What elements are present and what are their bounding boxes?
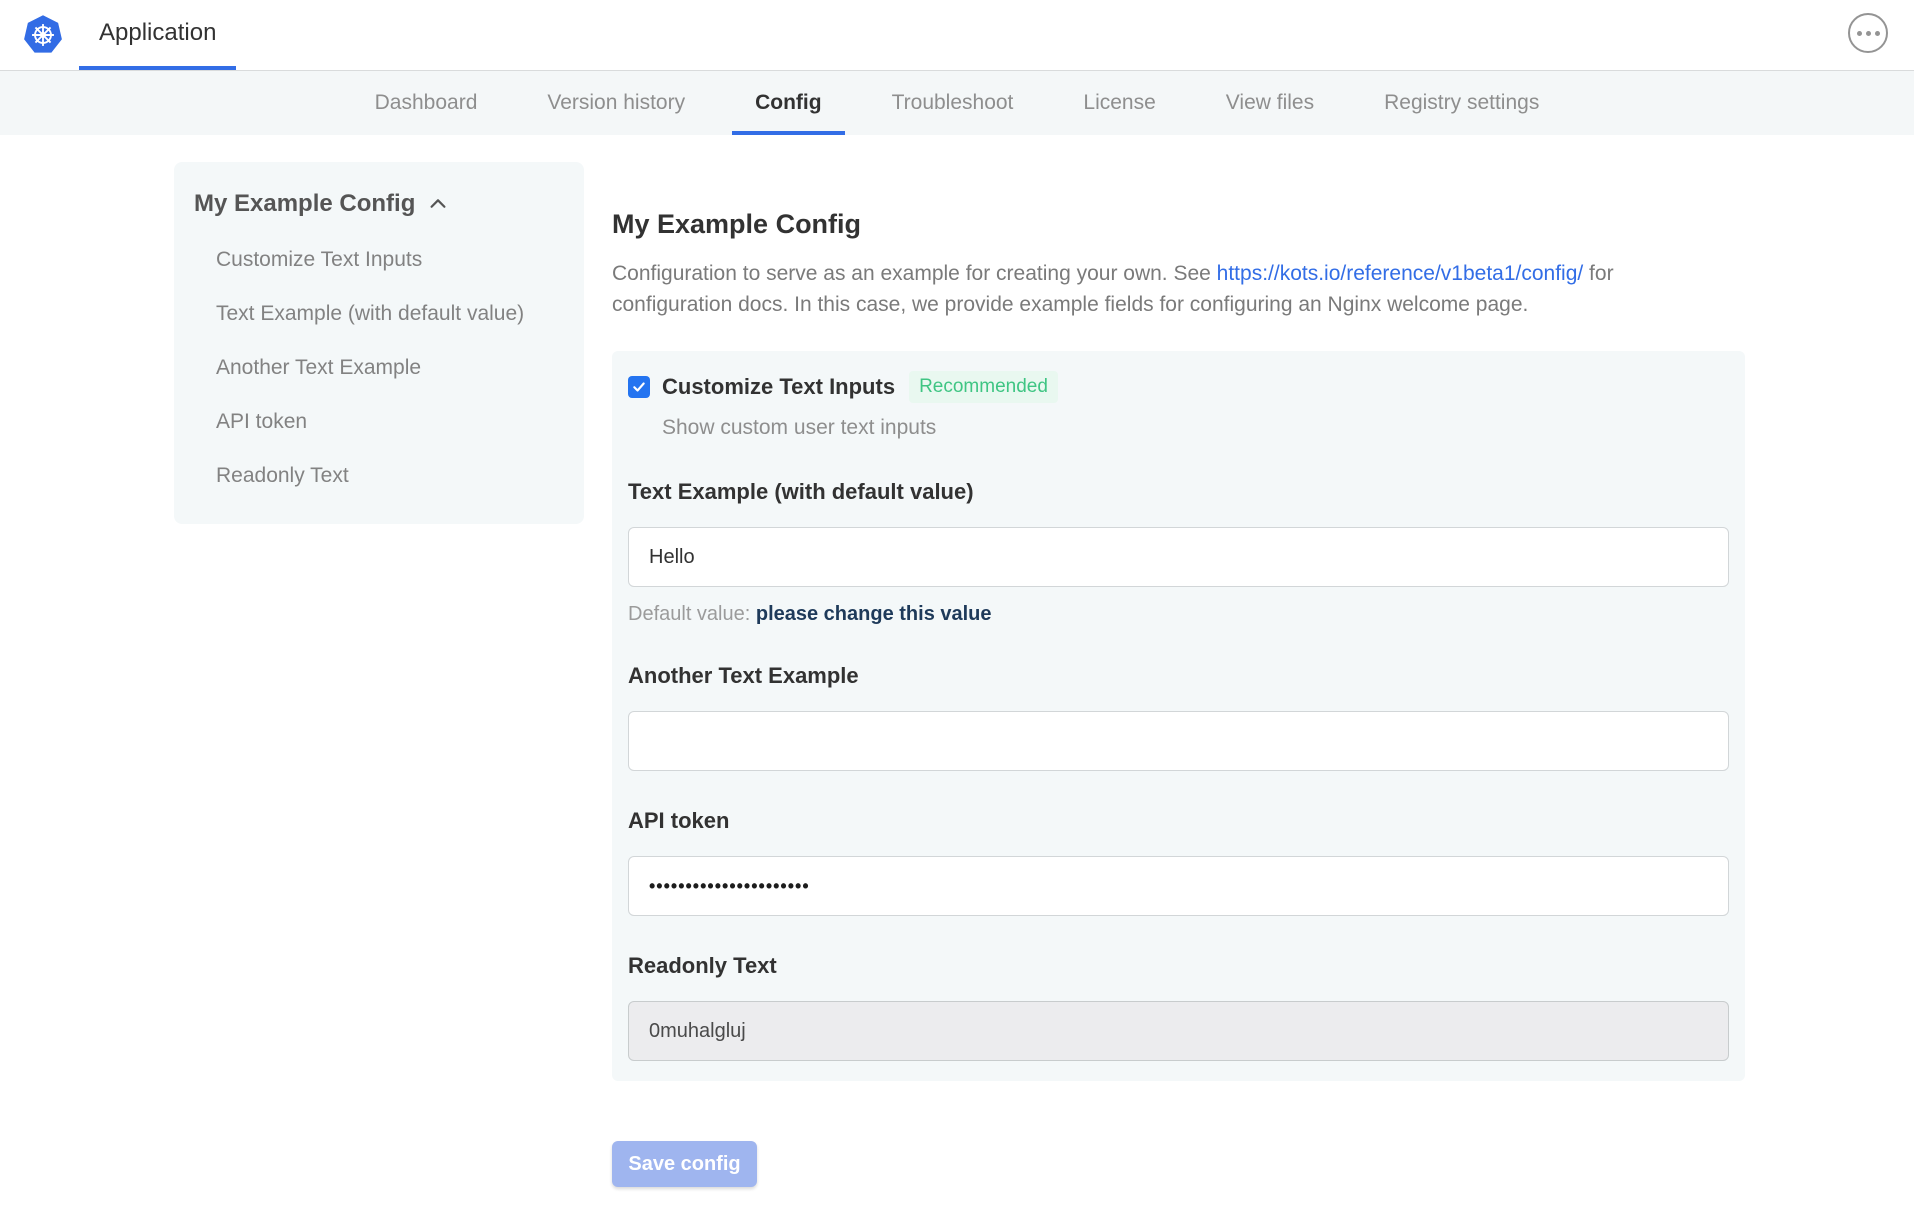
api-token-input[interactable] — [628, 856, 1729, 916]
config-docs-link[interactable]: https://kots.io/reference/v1beta1/config… — [1217, 262, 1584, 285]
readonly-text-input — [628, 1001, 1729, 1061]
page-title: My Example Config — [612, 209, 1745, 240]
helper-prefix: Default value: — [628, 603, 756, 625]
config-group-card: Customize Text Inputs Recommended Show c… — [612, 351, 1745, 1081]
chevron-up-icon — [427, 193, 449, 215]
app-title: Application — [99, 19, 216, 47]
field-label: API token — [628, 808, 1729, 834]
app-nav: Dashboard Version history Config Trouble… — [0, 70, 1914, 135]
ellipsis-icon — [1875, 31, 1880, 36]
sidebar-item-api-token[interactable]: API token — [194, 410, 558, 434]
checkbox-help-text: Show custom user text inputs — [662, 416, 1729, 440]
kubernetes-logo — [22, 14, 64, 56]
tab-license[interactable]: License — [1048, 71, 1190, 135]
app-title-tab[interactable]: Application — [79, 0, 236, 70]
default-value-helper: Default value: please change this value — [628, 603, 1729, 626]
save-config-button[interactable]: Save config — [612, 1141, 757, 1187]
text-example-input[interactable] — [628, 527, 1729, 587]
field-another-text-example: Another Text Example — [628, 663, 1729, 771]
sidebar-item-another-text-example[interactable]: Another Text Example — [194, 356, 558, 380]
app-header: Application — [0, 0, 1914, 70]
tab-config[interactable]: Config — [720, 71, 856, 135]
sidebar-item-text-example[interactable]: Text Example (with default value) — [194, 302, 558, 326]
config-main: My Example Config Configuration to serve… — [612, 162, 1745, 1187]
tab-view-files[interactable]: View files — [1191, 71, 1349, 135]
field-api-token: API token — [628, 808, 1729, 916]
customize-text-inputs-row: Customize Text Inputs Recommended — [628, 371, 1729, 403]
ellipsis-icon — [1857, 31, 1862, 36]
checkmark-icon — [632, 380, 646, 394]
sidebar-item-customize-text-inputs[interactable]: Customize Text Inputs — [194, 248, 558, 272]
field-label: Readonly Text — [628, 953, 1729, 979]
field-label: Another Text Example — [628, 663, 1729, 689]
customize-text-inputs-label[interactable]: Customize Text Inputs — [662, 374, 895, 400]
config-sidebar: My Example Config Customize Text Inputs … — [174, 162, 584, 524]
helper-value: please change this value — [756, 603, 992, 625]
another-text-example-input[interactable] — [628, 711, 1729, 771]
tab-troubleshoot[interactable]: Troubleshoot — [857, 71, 1049, 135]
sidebar-item-readonly-text[interactable]: Readonly Text — [194, 464, 558, 488]
ellipsis-menu-button[interactable] — [1848, 13, 1888, 53]
content-area: My Example Config Customize Text Inputs … — [0, 135, 1914, 1187]
field-text-example: Text Example (with default value) Defaul… — [628, 479, 1729, 626]
ellipsis-icon — [1866, 31, 1871, 36]
tab-version-history[interactable]: Version history — [512, 71, 720, 135]
field-label: Text Example (with default value) — [628, 479, 1729, 505]
recommended-badge: Recommended — [909, 371, 1058, 403]
sidebar-group-toggle[interactable]: My Example Config — [194, 190, 558, 218]
config-description: Configuration to serve as an example for… — [612, 258, 1692, 320]
sidebar-group-title: My Example Config — [194, 190, 415, 218]
description-text: Configuration to serve as an example for… — [612, 262, 1217, 285]
tab-dashboard[interactable]: Dashboard — [340, 71, 513, 135]
field-readonly-text: Readonly Text — [628, 953, 1729, 1061]
customize-text-inputs-checkbox[interactable] — [628, 376, 650, 398]
tab-registry-settings[interactable]: Registry settings — [1349, 71, 1574, 135]
sidebar-item-list: Customize Text Inputs Text Example (with… — [194, 248, 558, 488]
